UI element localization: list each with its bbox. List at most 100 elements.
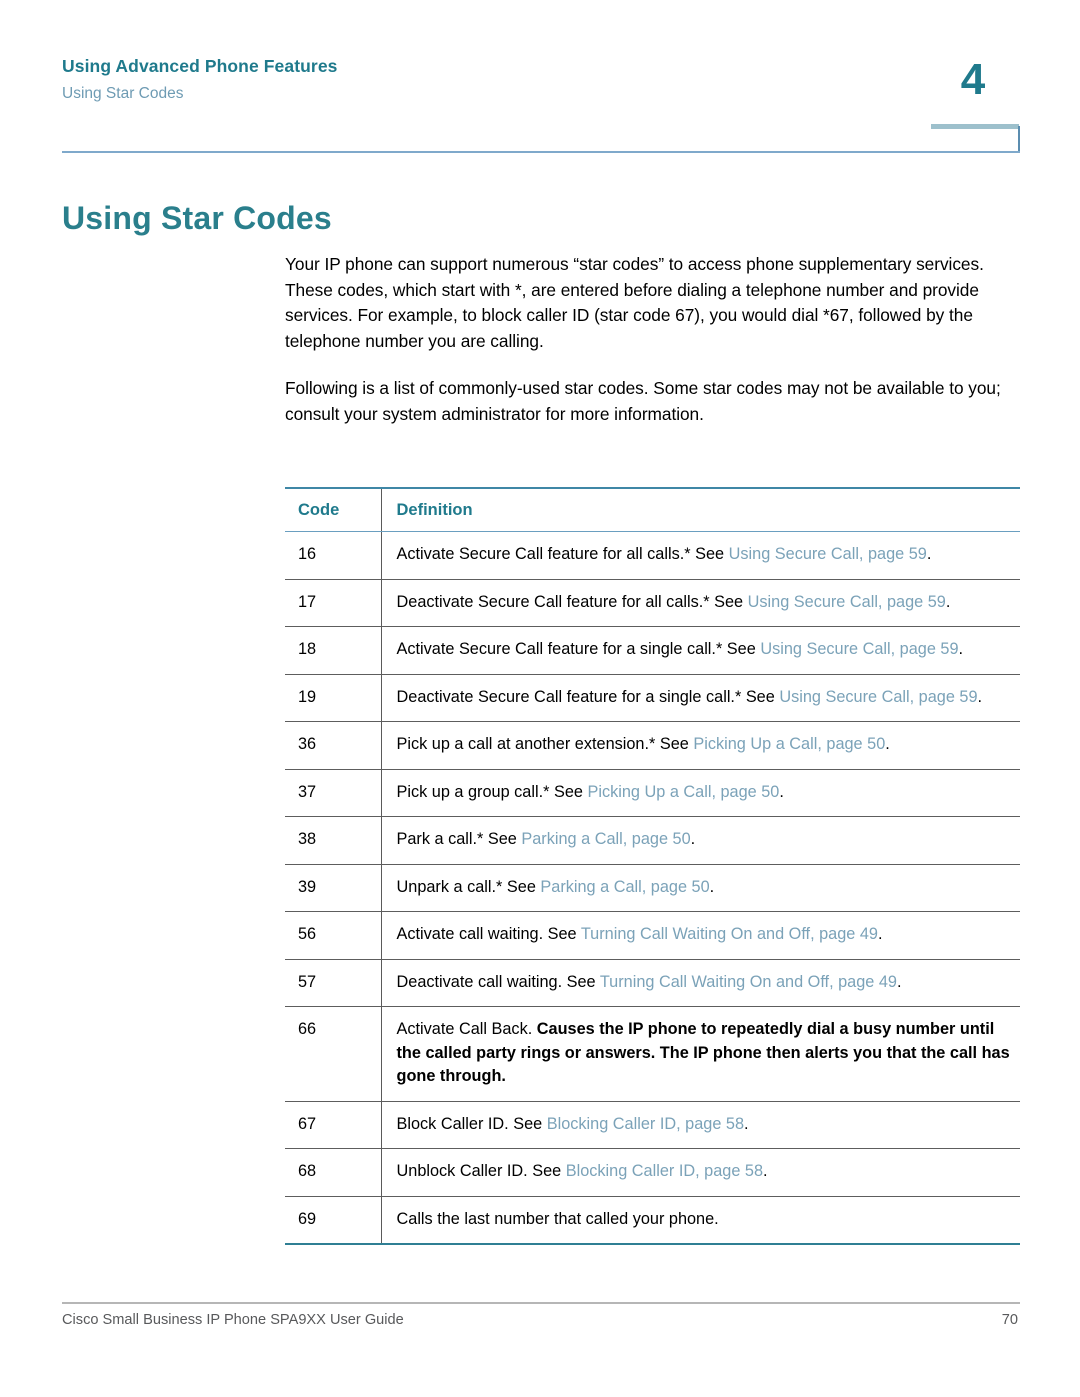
table-row: 36 Pick up a call at another extension.* … [285, 721, 1020, 770]
footer-page-number: 70 [1001, 1312, 1018, 1328]
definition-tail: . [763, 1162, 768, 1180]
footer-document-title: Cisco Small Business IP Phone SPA9XX Use… [62, 1312, 404, 1328]
cell-definition: Pick up a group call.* See Picking Up a … [380, 769, 1020, 817]
cell-definition: Deactivate call waiting. See Turning Cal… [380, 959, 1020, 1007]
cross-reference-link[interactable]: Using Secure Call, page 59 [779, 688, 977, 706]
table-row: 57 Deactivate call waiting. See Turning C… [285, 959, 1020, 1007]
cross-reference-link[interactable]: Using Secure Call, page 59 [748, 593, 946, 611]
star-codes-table: Code Definition 16 Activate Secure Call f… [285, 487, 1020, 1245]
table-row: 16 Activate Secure Call feature for all c… [285, 531, 1020, 580]
definition-text: Activate Call Back. [396, 1020, 537, 1038]
header-horizontal-rule [62, 151, 1020, 153]
cell-code: 17 [285, 579, 381, 627]
header-vertical-rule [1018, 126, 1020, 153]
definition-text: Activate Secure Call feature for a singl… [396, 640, 761, 658]
column-header-definition: Definition [380, 487, 1020, 532]
definition-tail: . [926, 545, 932, 563]
definition-tail: . [896, 972, 902, 991]
cell-code: 39 [285, 864, 381, 912]
cell-code: 69 [285, 1196, 381, 1245]
body-column: Your IP phone can support numerous “star… [285, 252, 1020, 428]
cell-definition: Activate Secure Call feature for all cal… [380, 531, 1020, 580]
cross-reference-link[interactable]: Using Secure Call, page 59 [729, 545, 927, 563]
cell-definition: Unblock Caller ID. See Blocking Caller I… [380, 1148, 1020, 1197]
cell-definition: Block Caller ID. See Blocking Caller ID,… [380, 1101, 1020, 1149]
cross-reference-link[interactable]: Picking Up a Call, page 50 [587, 783, 779, 801]
definition-text: Deactivate Secure Call feature for all c… [396, 592, 748, 611]
table-row: 37 Pick up a group call.* See Picking Up … [285, 769, 1020, 817]
document-page: Using Advanced Phone Features Using Star… [0, 0, 1080, 1397]
table-body: 16 Activate Secure Call feature for all c… [285, 531, 1020, 1245]
cross-reference-link[interactable]: Blocking Caller ID, page 58 [566, 1162, 763, 1180]
cell-definition: Activate Secure Call feature for a singl… [380, 626, 1020, 675]
definition-text: Block Caller ID. See [396, 1114, 547, 1133]
definition-tail: . [877, 925, 883, 943]
cell-definition: Deactivate Secure Call feature for a sin… [380, 674, 1020, 722]
cell-code: 19 [285, 674, 381, 722]
table-row: 39 Unpark a call.* See Parking a Call, pa… [285, 864, 1020, 912]
definition-tail: . [744, 1114, 749, 1133]
cross-reference-link[interactable]: Turning Call Waiting On and Off, page 49 [581, 925, 878, 943]
definition-text: Pick up a call at another extension.* Se… [396, 735, 694, 753]
cross-reference-link[interactable]: Blocking Caller ID, page 58 [547, 1115, 744, 1133]
cell-code: 66 [285, 1006, 381, 1102]
footer-rule [62, 1302, 1020, 1304]
definition-text: Park a call.* See [396, 830, 522, 848]
definition-tail: . [977, 687, 983, 706]
definition-text: Calls the last number that called your p… [396, 1209, 719, 1228]
cell-code: 18 [285, 626, 381, 675]
cell-code: 68 [285, 1148, 381, 1197]
definition-tail: . [779, 782, 784, 801]
cell-definition: Pick up a call at another extension.* Se… [380, 721, 1020, 770]
cross-reference-link[interactable]: Picking Up a Call, page 50 [693, 735, 885, 753]
table-row: 18 Activate Secure Call feature for a sin… [285, 626, 1020, 675]
cell-code: 57 [285, 959, 381, 1007]
cross-reference-link[interactable]: Parking a Call, page 50 [540, 878, 709, 896]
table-row: 19 Deactivate Secure Call feature for a s… [285, 674, 1020, 722]
intro-paragraph-2: Following is a list of commonly-used sta… [285, 378, 1001, 424]
cross-reference-link[interactable]: Turning Call Waiting On and Off, page 49 [600, 973, 897, 991]
cell-code: 16 [285, 531, 381, 580]
cross-reference-link[interactable]: Using Secure Call, page 59 [760, 640, 958, 658]
cell-definition: Park a call.* See Parking a Call, page 5… [380, 816, 1020, 865]
cell-definition: Activate call waiting. See Turning Call … [380, 911, 1020, 960]
definition-text: Deactivate Secure Call feature for a sin… [396, 687, 780, 706]
cross-reference-link[interactable]: Parking a Call, page 50 [521, 830, 690, 848]
table-header-row: Code Definition [285, 487, 1020, 532]
definition-tail: . [945, 592, 951, 611]
cell-definition: Deactivate Secure Call feature for all c… [380, 579, 1020, 627]
running-head-title: Using Advanced Phone Features [62, 56, 338, 76]
table-row: 66 Activate Call Back. Causes the IP phon… [285, 1006, 1020, 1102]
cell-code: 56 [285, 911, 381, 960]
definition-text: Activate call waiting. See [396, 925, 581, 943]
definition-tail: . [709, 877, 715, 896]
definition-tail: . [690, 830, 696, 848]
table-row: 38 Park a call.* See Parking a Call, page… [285, 816, 1020, 865]
running-head: Using Advanced Phone Features Using Star… [62, 56, 862, 103]
definition-text: Unblock Caller ID. See [396, 1162, 566, 1180]
table-row: 69 Calls the last number that called your… [285, 1196, 1020, 1245]
header-tab-marker [931, 124, 1019, 129]
definition-tail: . [885, 735, 890, 753]
definition-text: Pick up a group call.* See [396, 782, 588, 801]
definition-text: Unpark a call.* See [396, 877, 541, 896]
table-row: 17 Deactivate Secure Call feature for all… [285, 579, 1020, 627]
cell-definition: Activate Call Back. Causes the IP phone … [380, 1006, 1020, 1102]
table-row: 68 Unblock Caller ID. See Blocking Caller… [285, 1148, 1020, 1197]
definition-text: Deactivate call waiting. See [396, 972, 600, 991]
cell-code: 38 [285, 816, 381, 865]
cell-code: 37 [285, 769, 381, 817]
cell-definition: Calls the last number that called your p… [380, 1196, 1020, 1245]
intro-paragraph-1: Your IP phone can support numerous “star… [285, 254, 984, 351]
cell-definition: Unpark a call.* See Parking a Call, page… [380, 864, 1020, 912]
table-head: Code Definition [285, 487, 1020, 532]
cell-code: 67 [285, 1101, 381, 1149]
table-row: 67 Block Caller ID. See Blocking Caller I… [285, 1101, 1020, 1149]
running-head-subtitle: Using Star Codes [62, 85, 184, 103]
column-header-code: Code [285, 487, 381, 532]
chapter-number: 4 [960, 55, 986, 104]
cell-code: 36 [285, 721, 381, 770]
table-row: 56 Activate call waiting. See Turning Cal… [285, 911, 1020, 960]
page-title: Using Star Codes [62, 200, 332, 237]
definition-tail: . [958, 640, 964, 658]
